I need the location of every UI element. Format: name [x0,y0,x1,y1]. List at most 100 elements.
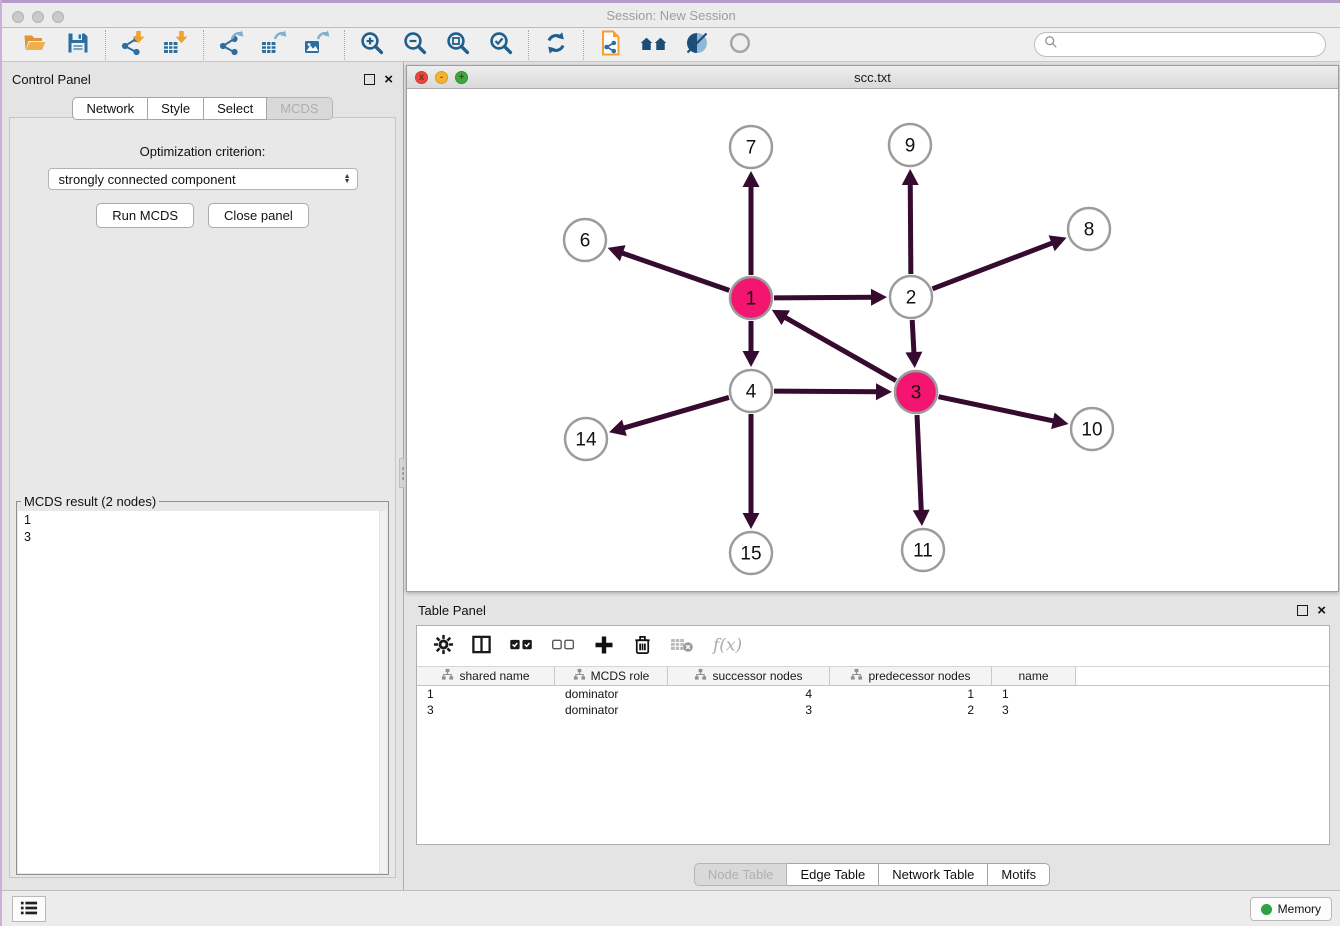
graph-edge-3-10[interactable] [939,397,1056,422]
style-visibility-button[interactable] [683,31,711,59]
search-input[interactable] [1063,36,1316,53]
function-button[interactable]: f(x) [711,634,743,659]
clone-network-button[interactable] [597,31,625,59]
deselect-all-button[interactable] [551,637,576,655]
tab-node-table[interactable]: Node Table [694,863,788,886]
tab-select[interactable]: Select [204,97,267,120]
eye-icon [727,30,753,59]
split-panel-button[interactable] [471,634,492,658]
import-network-button[interactable] [119,31,147,59]
graph-node-label: 4 [746,382,757,403]
run-mcds-button[interactable]: Run MCDS [96,203,194,228]
table-row[interactable]: 3dominator323 [417,702,1329,718]
trash-button[interactable] [632,634,653,658]
open-session-button[interactable] [21,31,49,59]
network-canvas[interactable]: 1234678910111415 [407,89,1338,591]
tab-network-table[interactable]: Network Table [879,863,988,886]
table-cell[interactable]: 1 [417,687,555,701]
close-window-icon[interactable] [12,11,24,23]
zoom-window-icon[interactable] [52,11,64,23]
export-image-button[interactable] [303,31,331,59]
column-header-name[interactable]: name [992,667,1076,685]
search-icon [1044,35,1058,54]
float-table-panel-icon[interactable] [1297,605,1308,616]
minimize-window-icon[interactable] [32,11,44,23]
home-layout-button[interactable] [640,31,668,59]
refresh-button[interactable] [542,31,570,59]
network-close-icon[interactable]: x [415,71,428,84]
import-network-icon [120,30,146,59]
add-icon [593,634,615,659]
float-panel-icon[interactable] [364,74,375,85]
table-toolbar: f(x) [417,626,1329,666]
tab-style[interactable]: Style [148,97,204,120]
result-scrollbar[interactable] [379,511,387,873]
export-table-button[interactable] [260,31,288,59]
zoom-selected-button[interactable] [487,31,515,59]
graph-edge-arrowhead [609,420,627,436]
add-button[interactable] [593,634,615,659]
table-cell[interactable]: 3 [668,703,830,717]
table-row[interactable]: 1dominator411 [417,686,1329,702]
graph-node-label: 7 [746,138,757,159]
graph-edge-2-9[interactable] [910,182,911,274]
graph-edge-3-11[interactable] [917,415,921,513]
svg-text:f(x): f(x) [711,635,742,655]
table-cell[interactable]: 2 [830,703,992,717]
zoom-out-button[interactable] [401,31,429,59]
table-cell[interactable]: 1 [830,687,992,701]
graph-edge-4-14[interactable] [622,397,729,428]
column-header-predecessor-nodes[interactable]: predecessor nodes [830,667,992,685]
mcds-result-box[interactable]: 13 [18,511,387,873]
graph-edge-1-2[interactable] [774,297,874,298]
gear-button[interactable] [433,634,454,658]
graph-node-label: 15 [740,544,761,565]
toolbar-group [528,30,583,60]
column-label: predecessor nodes [868,669,970,683]
table-cell[interactable]: 3 [417,703,555,717]
save-session-button[interactable] [64,31,92,59]
graph-edge-2-8[interactable] [932,242,1054,289]
table-panel-header: Table Panel × [406,597,1338,623]
graph-edge-4-3[interactable] [774,391,879,392]
main-area: Control Panel × NetworkStyleSelectMCDS O… [2,62,1340,890]
export-network-button[interactable] [217,31,245,59]
table-cell[interactable]: 4 [668,687,830,701]
network-minimize-icon[interactable]: - [435,71,448,84]
graph-edge-arrowhead [743,513,760,529]
graph-edge-arrowhead [743,351,760,367]
delete-table-button[interactable] [670,636,694,657]
close-table-panel-icon[interactable]: × [1317,605,1326,616]
zoom-in-button[interactable] [358,31,386,59]
tab-mcds[interactable]: MCDS [267,97,332,120]
zoom-fit-button[interactable] [444,31,472,59]
task-history-button[interactable] [12,896,46,922]
import-table-button[interactable] [162,31,190,59]
memory-button[interactable]: Memory [1250,897,1332,921]
network-zoom-icon[interactable]: + [455,71,468,84]
table-tabs: Node TableEdge TableNetwork TableMotifs [406,863,1338,886]
table-cell[interactable]: dominator [555,703,668,717]
table-panel: Table Panel × f(x) shared nameMCDS roles… [406,597,1338,890]
eye-button[interactable] [726,31,754,59]
table-cell[interactable]: 3 [992,703,1076,717]
tab-network[interactable]: Network [72,97,148,120]
optimization-criterion-label: Optimization criterion: [10,144,395,159]
select-all-button[interactable] [509,637,534,655]
column-header-successor-nodes[interactable]: successor nodes [668,667,830,685]
column-header-MCDS-role[interactable]: MCDS role [555,667,668,685]
graph-edge-3-1[interactable] [783,316,896,380]
graph-edge-2-3[interactable] [912,320,914,355]
graph-node-label: 1 [746,289,757,310]
tab-edge-table[interactable]: Edge Table [787,863,879,886]
table-cell[interactable]: dominator [555,687,668,701]
home-layout-icon [640,32,668,57]
criterion-select[interactable]: strongly connected component ▲▼ [48,168,358,190]
tab-motifs[interactable]: Motifs [988,863,1050,886]
column-header-shared-name[interactable]: shared name [417,667,555,685]
search-box[interactable] [1034,32,1326,57]
close-panel-icon[interactable]: × [384,74,393,85]
graph-edge-1-6[interactable] [620,252,729,290]
table-cell[interactable]: 1 [992,687,1076,701]
close-panel-button[interactable]: Close panel [208,203,309,228]
